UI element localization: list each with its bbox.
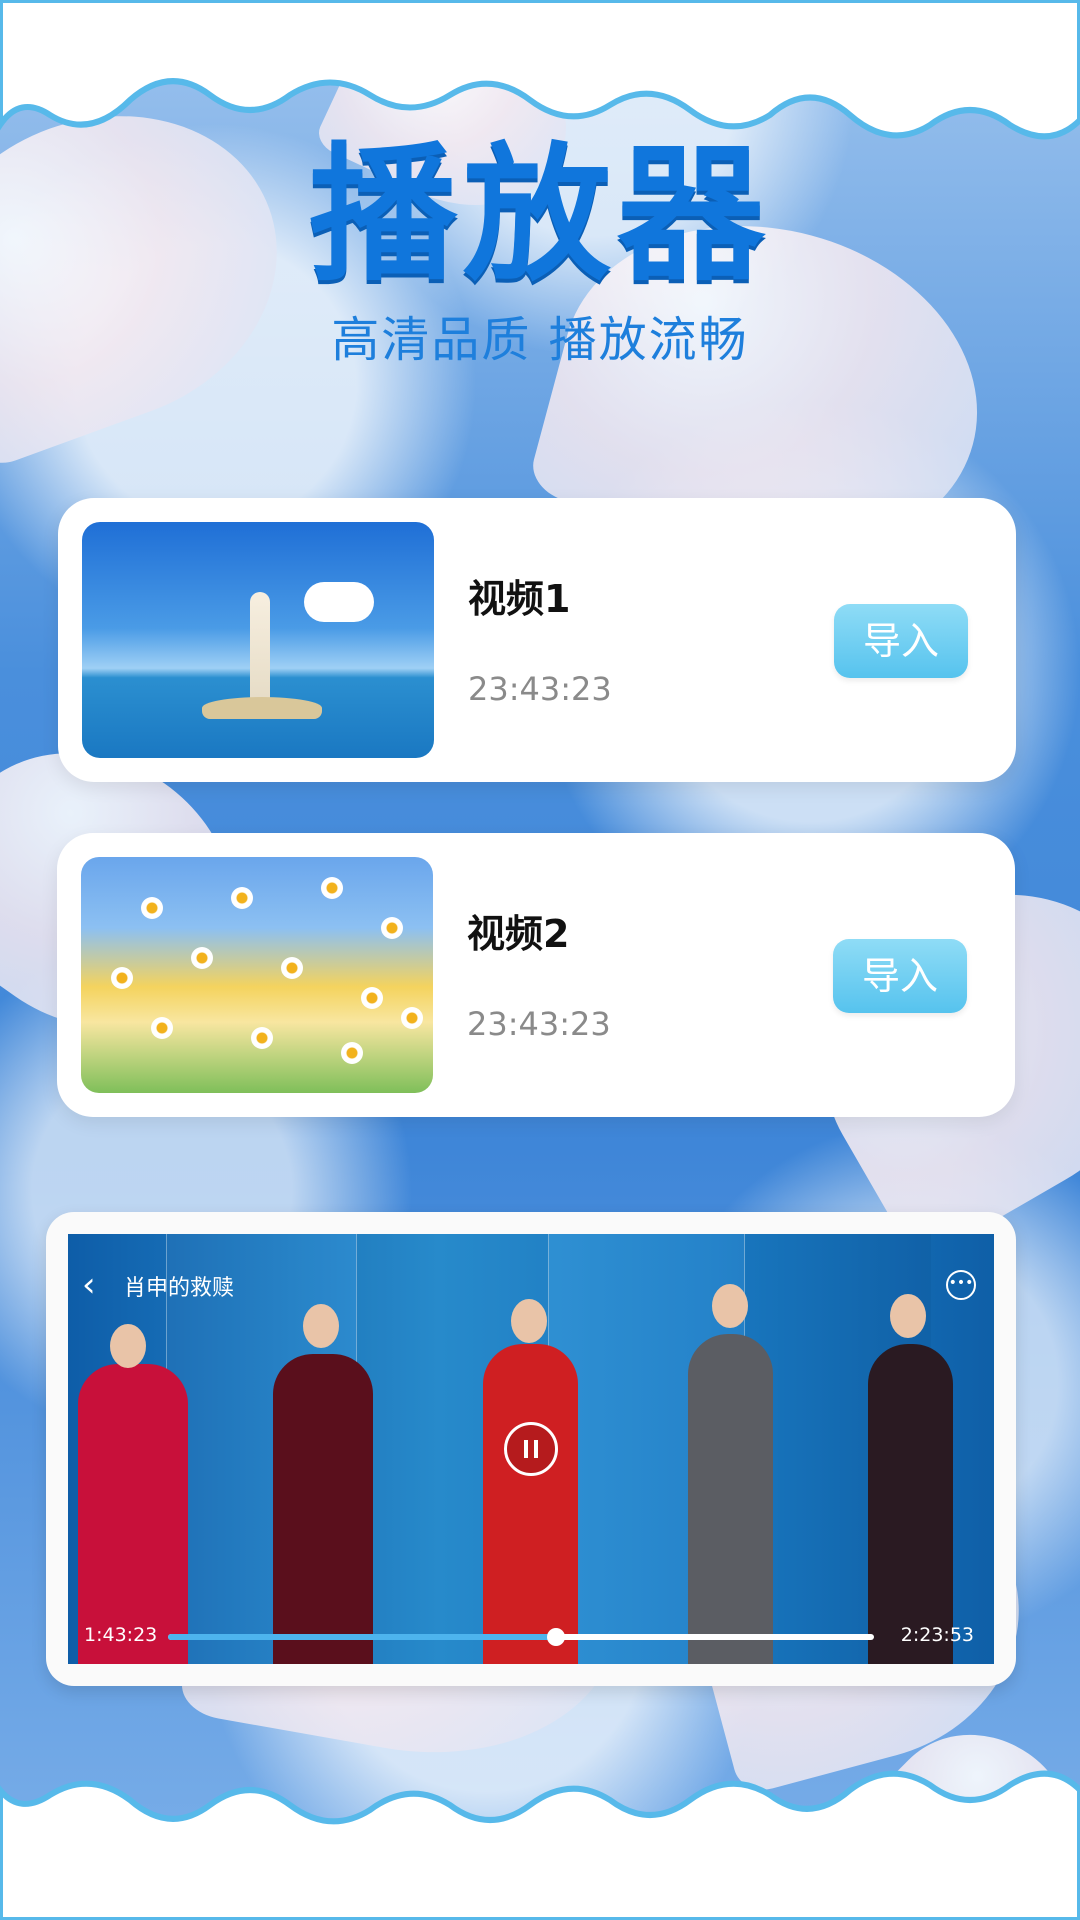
video-thumbnail[interactable] xyxy=(82,522,434,758)
video-name: 视频2 xyxy=(467,912,570,956)
progress-fill xyxy=(168,1634,557,1640)
import-button[interactable]: 导入 xyxy=(834,604,968,678)
video-duration: 23:43:23 xyxy=(468,670,612,708)
video-card[interactable]: 视频1 23:43:23 导入 xyxy=(58,498,1016,782)
total-time: 2:23:53 xyxy=(900,1624,974,1646)
video-name: 视频1 xyxy=(468,577,571,621)
bottom-cloud-border xyxy=(0,1770,1080,1920)
more-dots-icon[interactable]: ••• xyxy=(946,1270,976,1300)
import-button[interactable]: 导入 xyxy=(833,939,967,1013)
pause-icon[interactable] xyxy=(504,1422,558,1476)
progress-bar[interactable] xyxy=(168,1628,874,1646)
video-player-frame: ‹ 肖申的救赎 ••• 1:43:23 2:23:53 xyxy=(46,1212,1016,1686)
video-duration: 23:43:23 xyxy=(467,1005,611,1043)
page-subtitle: 高清品质 播放流畅 xyxy=(331,312,749,368)
video-player[interactable]: ‹ 肖申的救赎 ••• 1:43:23 2:23:53 xyxy=(68,1234,994,1664)
video-thumbnail[interactable] xyxy=(81,857,433,1093)
player-title: 肖申的救赎 xyxy=(124,1276,235,1301)
page-title: 播放器 xyxy=(309,129,771,301)
video-card[interactable]: 视频2 23:43:23 导入 xyxy=(57,833,1015,1117)
back-chevron-icon[interactable]: ‹ xyxy=(82,1268,112,1302)
current-time: 1:43:23 xyxy=(84,1624,158,1646)
